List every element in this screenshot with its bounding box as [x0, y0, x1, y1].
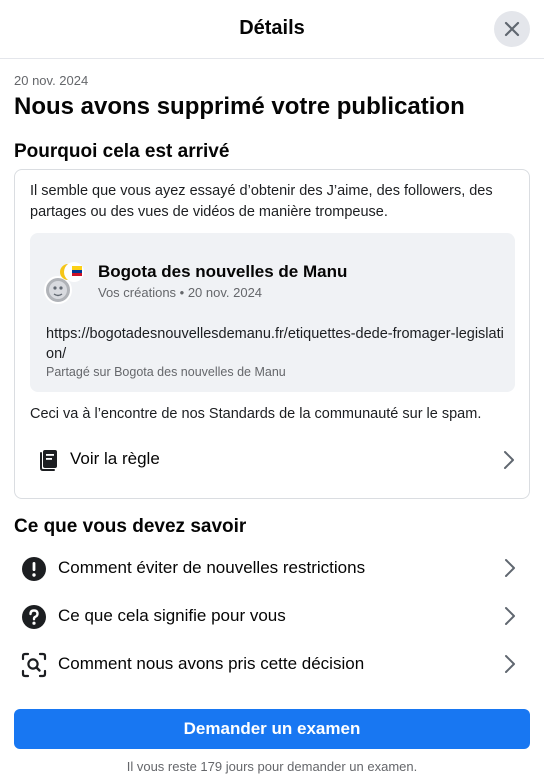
review-deadline-note: Il vous reste 179 jours pour demander un…: [126, 759, 418, 774]
removal-date: 20 nov. 2024: [14, 73, 89, 88]
know-item-how-we-decided[interactable]: Comment nous avons pris cette décision: [14, 642, 530, 686]
post-page-name[interactable]: Bogota des nouvelles de Manu: [98, 262, 347, 282]
post-meta: Vos créations • 20 nov. 2024: [98, 285, 263, 300]
dialog-header: Détails: [0, 0, 544, 59]
question-circle-icon: [22, 605, 46, 629]
view-rule-link[interactable]: Voir la règle: [23, 436, 521, 482]
post-link[interactable]: https://bogotadesnouvellesdemanu.fr/etiq…: [46, 324, 506, 364]
exclamation-circle-icon: [22, 557, 46, 581]
removed-post-preview: Bogota des nouvelles de Manu Vos créatio…: [30, 233, 515, 392]
know-item-what-it-means[interactable]: Ce que cela signifie pour vous: [14, 594, 530, 638]
page-title: Nous avons supprimé votre publication: [14, 93, 465, 120]
close-button[interactable]: [494, 11, 530, 47]
dialog-title: Détails: [239, 17, 305, 39]
chevron-right-icon: [505, 559, 515, 577]
reason-description: Il semble que vous ayez essayé d’obtenir…: [30, 183, 493, 220]
post-shared-location: Partagé sur Bogota des nouvelles de Manu: [46, 365, 286, 379]
chevron-right-icon: [504, 451, 514, 469]
request-review-button[interactable]: Demander un examen: [14, 709, 530, 749]
page-avatar: [44, 262, 84, 304]
view-rule-label: Voir la règle: [70, 449, 160, 468]
know-item-label: Comment éviter de nouvelles restrictions: [58, 558, 366, 577]
know-item-avoid-restrictions[interactable]: Comment éviter de nouvelles restrictions: [14, 546, 530, 590]
magnifier-focus-icon: [21, 652, 47, 678]
chevron-right-icon: [505, 607, 515, 625]
close-icon: [504, 21, 520, 37]
know-section-title: Ce que vous devez savoir: [14, 516, 247, 537]
rules-book-icon: [40, 450, 57, 471]
chevron-right-icon: [505, 655, 515, 673]
know-item-label: Comment nous avons pris cette décision: [58, 654, 365, 673]
policy-note: Ceci va à l’encontre de nos Standards de…: [30, 406, 482, 422]
reason-card: Il semble que vous ayez essayé d’obtenir…: [14, 169, 530, 499]
why-section-title: Pourquoi cela est arrivé: [14, 141, 230, 162]
know-item-label: Ce que cela signifie pour vous: [58, 606, 286, 625]
